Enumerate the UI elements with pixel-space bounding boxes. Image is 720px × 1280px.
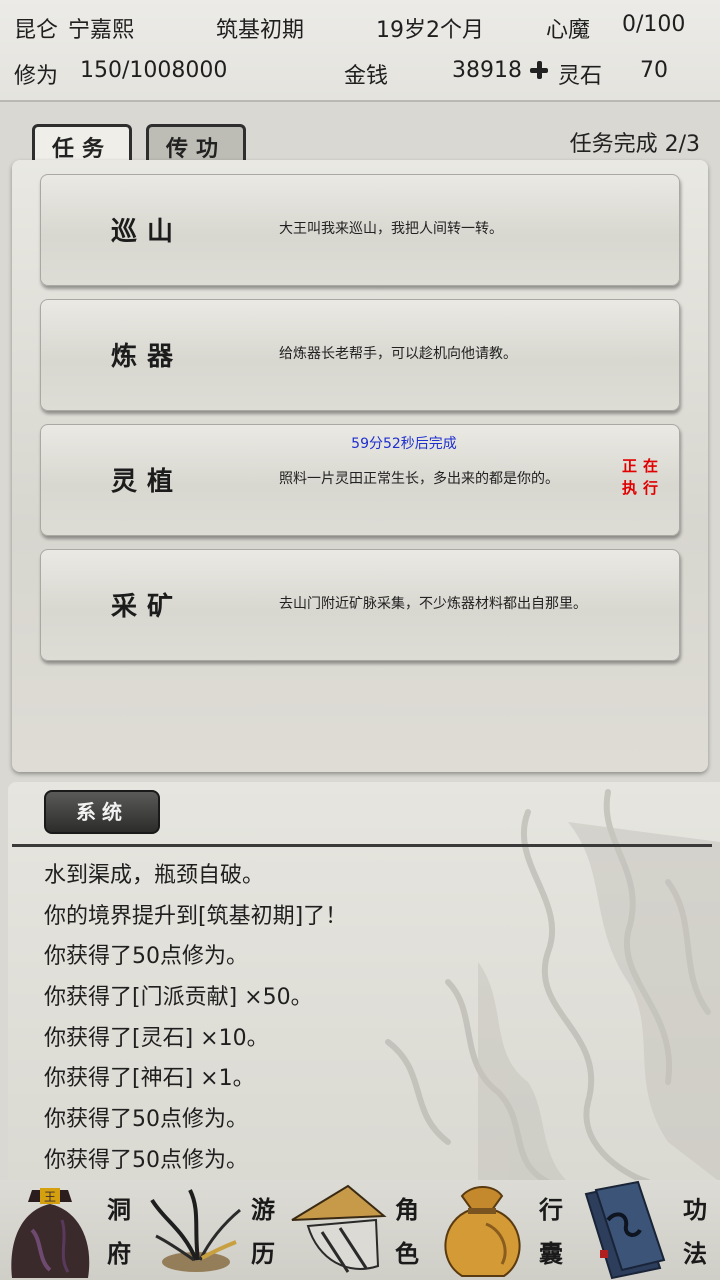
nav-label: 府 xyxy=(107,1239,131,1268)
herb-grass-icon xyxy=(150,1189,241,1272)
nav-label: 法 xyxy=(683,1239,707,1268)
nav-label: 功 xyxy=(683,1195,707,1224)
task-card-patrol[interactable]: 巡山 大王叫我来巡山，我把人间转一转。 xyxy=(40,174,680,286)
player-sect: 昆仑 xyxy=(14,18,59,43)
heart-demon-value: 0/100 xyxy=(622,12,686,37)
task-description: 大王叫我来巡山，我把人间转一转。 xyxy=(279,221,503,237)
spirit-stone-label: 灵石 xyxy=(558,64,603,89)
nav-label: 行 xyxy=(539,1195,563,1224)
nav-cave-dwelling[interactable]: 王 洞 府 xyxy=(0,1180,144,1280)
cave-dwelling-icon: 王 xyxy=(11,1188,90,1278)
task-card-refining[interactable]: 炼器 给炼器长老帮手，可以趁机向他请教。 xyxy=(40,299,680,411)
spirit-stone-value: 70 xyxy=(640,58,668,83)
cultivation-label: 修为 xyxy=(14,64,59,89)
tab-transmit-skills[interactable]: 传功 xyxy=(146,124,246,164)
task-timer: 59分52秒后完成 xyxy=(351,436,457,452)
log-line: 你获得了[神石] ×1。 xyxy=(44,1066,255,1092)
nav-bag[interactable]: 行 囊 xyxy=(432,1180,576,1280)
nav-techniques[interactable]: 功 法 xyxy=(576,1180,720,1280)
player-name: 宁嘉熙 xyxy=(68,18,135,43)
nav-label: 角 xyxy=(395,1195,419,1224)
nav-label: 历 xyxy=(251,1239,275,1268)
log-line: 你获得了50点修为。 xyxy=(44,1147,248,1173)
task-name: 灵植 xyxy=(111,467,184,497)
nav-label: 游 xyxy=(251,1195,275,1224)
nav-label: 洞 xyxy=(107,1195,131,1224)
heart-demon-label: 心魔 xyxy=(546,18,591,43)
task-name: 炼器 xyxy=(111,342,184,372)
nav-label: 色 xyxy=(395,1239,419,1268)
log-line: 水到渠成，瓶颈自破。 xyxy=(44,863,265,888)
task-description: 照料一片灵田正常生长，多出来的都是你的。 xyxy=(279,471,559,487)
system-log-panel: 系统 水到渠成，瓶颈自破。 你的境界提升到[筑基初期]了！ 你获得了50点修为。… xyxy=(8,782,720,1182)
tab-system[interactable]: 系统 xyxy=(44,790,160,834)
task-status-line: 正在 xyxy=(621,457,664,475)
svg-text:王: 王 xyxy=(44,1190,56,1204)
log-list[interactable]: 水到渠成，瓶颈自破。 你的境界提升到[筑基初期]了！ 你获得了50点修为。 你获… xyxy=(44,856,347,1182)
status-bar: 昆仑 宁嘉熙 筑基初期 19岁2个月 心魔 0/100 修为 150/10080… xyxy=(0,0,720,102)
money-label: 金钱 xyxy=(344,64,389,89)
nav-label: 囊 xyxy=(539,1239,563,1268)
log-line: 你获得了50点修为。 xyxy=(44,944,248,970)
log-line: 你获得了[灵石] ×10。 xyxy=(44,1025,269,1051)
task-card-herb-planting[interactable]: 59分52秒后完成 灵植 照料一片灵田正常生长，多出来的都是你的。 正在 执行 xyxy=(40,424,680,536)
task-progress: 任务完成 2/3 xyxy=(569,132,700,157)
task-panel: 巡山 大王叫我来巡山，我把人间转一转。 炼器 给炼器长老帮手，可以趁机向他请教。… xyxy=(12,160,708,772)
task-description: 去山门附近矿脉采集，不少炼器材料都出自那里。 xyxy=(279,596,587,612)
nav-travel[interactable]: 游 历 xyxy=(144,1180,288,1280)
bag-icon xyxy=(444,1186,521,1277)
divider xyxy=(12,844,712,847)
cultivation-value: 150/1008000 xyxy=(80,58,228,83)
realm-text: 筑基初期 xyxy=(216,18,305,43)
money-value: 38918 xyxy=(452,58,522,83)
log-line: 你获得了50点修为。 xyxy=(44,1107,248,1133)
log-line: 你获得了[门派贡献] ×50。 xyxy=(44,985,313,1011)
task-status-line: 执行 xyxy=(621,479,664,497)
log-line: 你的境界提升到[筑基初期]了！ xyxy=(44,903,348,929)
task-name: 巡山 xyxy=(111,217,184,247)
task-status-badge: 正在 执行 xyxy=(615,455,671,499)
task-card-mining[interactable]: 采矿 去山门附近矿脉采集，不少炼器材料都出自那里。 xyxy=(40,549,680,661)
travel-hat-icon xyxy=(291,1184,387,1273)
scripture-book-icon xyxy=(584,1180,666,1280)
bottom-nav: 王 洞 府 游 历 角 色 行 囊 功 法 xyxy=(0,1180,720,1280)
nav-character[interactable]: 角 色 xyxy=(288,1180,432,1280)
tab-tasks[interactable]: 任务 xyxy=(32,124,132,164)
task-name: 采矿 xyxy=(111,592,184,622)
task-description: 给炼器长老帮手，可以趁机向他请教。 xyxy=(279,346,517,362)
age-text: 19岁2个月 xyxy=(376,18,484,43)
